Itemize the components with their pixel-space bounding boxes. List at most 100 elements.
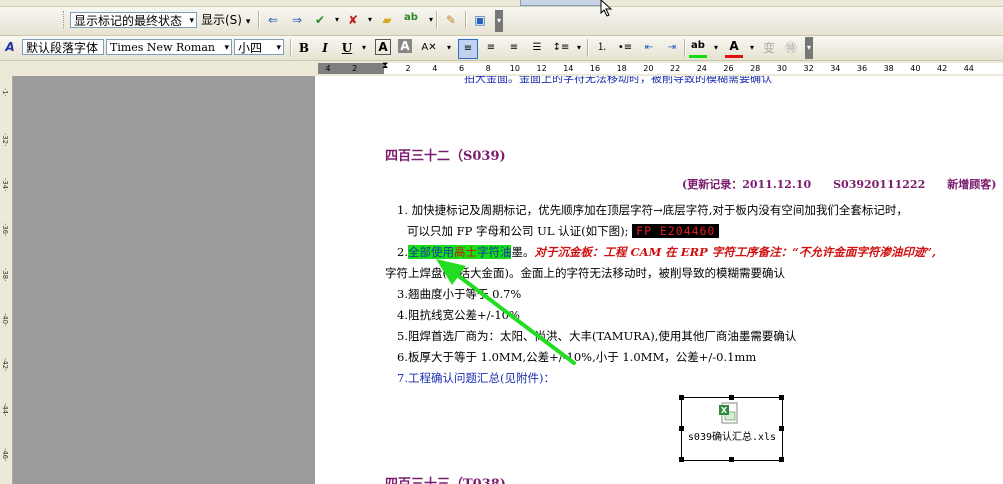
resize-handle[interactable] bbox=[679, 457, 684, 462]
highlight-dropdown-icon[interactable]: ▾ bbox=[707, 39, 725, 57]
char-scale-button[interactable]: A✕ bbox=[420, 39, 438, 57]
resize-handle[interactable] bbox=[779, 457, 784, 462]
vruler-number: ·42· bbox=[1, 358, 9, 372]
char-shading-button[interactable]: A bbox=[398, 39, 412, 53]
ruler-number: 20 bbox=[643, 64, 654, 73]
distributed-button[interactable]: ☰ bbox=[528, 39, 546, 57]
resize-handle[interactable] bbox=[679, 395, 684, 400]
justify-button[interactable]: ≡ bbox=[458, 39, 478, 59]
phonetic-guide-icon[interactable]: 变 bbox=[760, 39, 778, 57]
style-select[interactable]: 默认段落字体 bbox=[22, 39, 104, 55]
excel-file-icon: X bbox=[719, 402, 738, 424]
horizontal-ruler[interactable]: 4 2 2 4 6 8 10 12 14 16 18 20 22 24 26 28 30 32 34 36 38 40 42… bbox=[12, 61, 1003, 77]
ruler-number: 42 bbox=[937, 64, 948, 73]
reject-change-icon[interactable]: ✘ bbox=[344, 11, 362, 29]
ruler-number: 30 bbox=[776, 64, 787, 73]
vruler-number: ·32· bbox=[1, 133, 9, 147]
separator bbox=[684, 39, 686, 57]
ruler-number: 24 bbox=[696, 64, 707, 73]
resize-handle[interactable] bbox=[729, 457, 734, 462]
separator bbox=[436, 11, 438, 29]
track-changes-icon[interactable]: ✎ bbox=[442, 11, 460, 29]
item-2-highlight-red: 高士 bbox=[453, 245, 477, 259]
ruler-number: 38 bbox=[883, 64, 894, 73]
char-scale-dropdown-icon[interactable]: ▾ bbox=[440, 39, 458, 57]
show-menu-button[interactable]: 显示(S) ▾ bbox=[201, 12, 250, 28]
ruler-number: 32 bbox=[803, 64, 814, 73]
styles-icon[interactable]: A bbox=[1, 38, 19, 56]
increase-indent-button[interactable]: ⇥ bbox=[663, 39, 681, 57]
font-size-value: 小四 bbox=[238, 41, 263, 55]
resize-handle[interactable] bbox=[779, 426, 784, 431]
separator bbox=[258, 11, 260, 29]
font-color-button[interactable]: A bbox=[725, 37, 743, 58]
attachment-object[interactable]: X s039确认汇总.xls bbox=[679, 395, 784, 462]
item-4: 4.阻抗线宽公差+/-10% bbox=[397, 308, 520, 322]
toolbar-options-icon[interactable]: ▾ bbox=[495, 10, 503, 32]
toolbar-grip[interactable] bbox=[63, 11, 67, 29]
italic-button[interactable]: I bbox=[316, 39, 334, 57]
ruler-number: 10 bbox=[509, 64, 520, 73]
underline-dropdown-icon[interactable]: ▾ bbox=[355, 39, 373, 57]
char-border-button[interactable]: A bbox=[375, 39, 391, 55]
previous-change-icon[interactable]: ⇐ bbox=[264, 11, 282, 29]
decrease-indent-button[interactable]: ⇤ bbox=[640, 39, 658, 57]
window-tab-remnant bbox=[520, 0, 602, 6]
ruler-number: 40 bbox=[910, 64, 921, 73]
item-5: 5.阻焊首选厂商为：太阳、尚洪、大丰(TAMURA),使用其他厂商油墨需要确认 bbox=[397, 329, 797, 343]
item-2-red-note: 对于沉金板：工程 CAM 在 ERP 字符工序备注：“不允许金面字符渗油印迹”, bbox=[534, 245, 937, 259]
reviewing-pane-icon[interactable]: ▣ bbox=[471, 11, 489, 29]
svg-text:X: X bbox=[721, 406, 728, 415]
item-1-line-2: 可以只加 FP 字母和公司 UL 认证(如下图); FP E204460 bbox=[407, 223, 720, 239]
style-value: 默认段落字体 bbox=[26, 41, 99, 55]
item-2-line: 2.全部使用高士字符油墨。对于沉金板：工程 CAM 在 ERP 字符工序备注：“… bbox=[397, 244, 936, 260]
font-color-dropdown-icon[interactable]: ▾ bbox=[743, 39, 761, 57]
dropdown-arrow-icon: ▾ bbox=[276, 43, 281, 53]
new-comment-icon[interactable]: ▰ bbox=[378, 11, 396, 29]
underline-button[interactable]: U bbox=[338, 39, 356, 57]
item-2-highlight-1: 全部使用 bbox=[407, 245, 454, 259]
show-menu-label: 显示(S) bbox=[201, 13, 242, 27]
toolbar-options-icon[interactable]: ▾ bbox=[805, 37, 813, 59]
align-right-button[interactable]: ≡ bbox=[505, 39, 523, 57]
reject-dropdown-icon[interactable]: ▾ bbox=[361, 11, 379, 29]
enclose-char-icon[interactable]: ㊕ bbox=[782, 39, 800, 57]
ruler-number: 44 bbox=[963, 64, 974, 73]
next-change-icon[interactable]: ⇒ bbox=[288, 11, 306, 29]
resize-handle[interactable] bbox=[779, 395, 784, 400]
align-center-button[interactable]: ≡ bbox=[482, 39, 500, 57]
display-mode-select[interactable]: 显示标记的最终状态 ▾ bbox=[70, 12, 197, 28]
numbering-button[interactable]: ⒈ bbox=[593, 39, 611, 57]
document-background bbox=[13, 76, 315, 484]
next-section-title: 四百三十三（T038) bbox=[385, 474, 506, 484]
ruler-number: 16 bbox=[589, 64, 601, 73]
font-size-select[interactable]: 小四 ▾ bbox=[234, 39, 284, 55]
ruler-number: 28 bbox=[750, 64, 761, 73]
vruler-number: ·1· bbox=[1, 88, 9, 97]
bullets-button[interactable]: •≡ bbox=[616, 39, 634, 57]
highlight-color-button[interactable]: ab bbox=[689, 37, 707, 58]
item-2-number: 2. bbox=[397, 245, 408, 259]
line-spacing-button[interactable]: ↕≡ bbox=[552, 39, 570, 57]
dropdown-arrow-icon: ▾ bbox=[189, 16, 194, 26]
ruler-number: 14 bbox=[563, 64, 574, 73]
indent-marker-icon[interactable]: ⧗ bbox=[382, 62, 388, 71]
vertical-ruler[interactable]: ·1· ·32· ·34· ·36· ·38· ·40· ·42· ·44· ·… bbox=[0, 76, 13, 484]
review-toolbar: 显示标记的最终状态 ▾ 显示(S) ▾ ⇐ ⇒ ✔ ▾ ✘ ▾ ▰ ab ▾ ✎… bbox=[0, 7, 1003, 36]
ruler-number: 2 bbox=[405, 64, 411, 73]
font-select[interactable]: Times New Roman ▾ bbox=[106, 39, 232, 55]
bold-button[interactable]: B bbox=[295, 39, 313, 57]
highlight-icon[interactable]: ab bbox=[402, 9, 420, 27]
item-2-rest: 墨。 bbox=[511, 245, 535, 259]
resize-handle[interactable] bbox=[729, 395, 734, 400]
vruler-number: ·40· bbox=[1, 313, 9, 327]
accept-change-icon[interactable]: ✔ bbox=[311, 11, 329, 29]
ruler-number: 2 bbox=[352, 64, 358, 73]
ruler-number: 22 bbox=[670, 64, 681, 73]
resize-handle[interactable] bbox=[679, 426, 684, 431]
line-spacing-dropdown-icon[interactable]: ▾ bbox=[570, 39, 588, 57]
ruler-number: 34 bbox=[830, 64, 841, 73]
ruler-number: 4 bbox=[325, 64, 331, 73]
item-2-highlight-2: 字符油 bbox=[476, 245, 512, 259]
cutoff-line: 拍大金面。金面上的字符无法移动时，被削导致的模糊需要确认 bbox=[464, 76, 772, 85]
